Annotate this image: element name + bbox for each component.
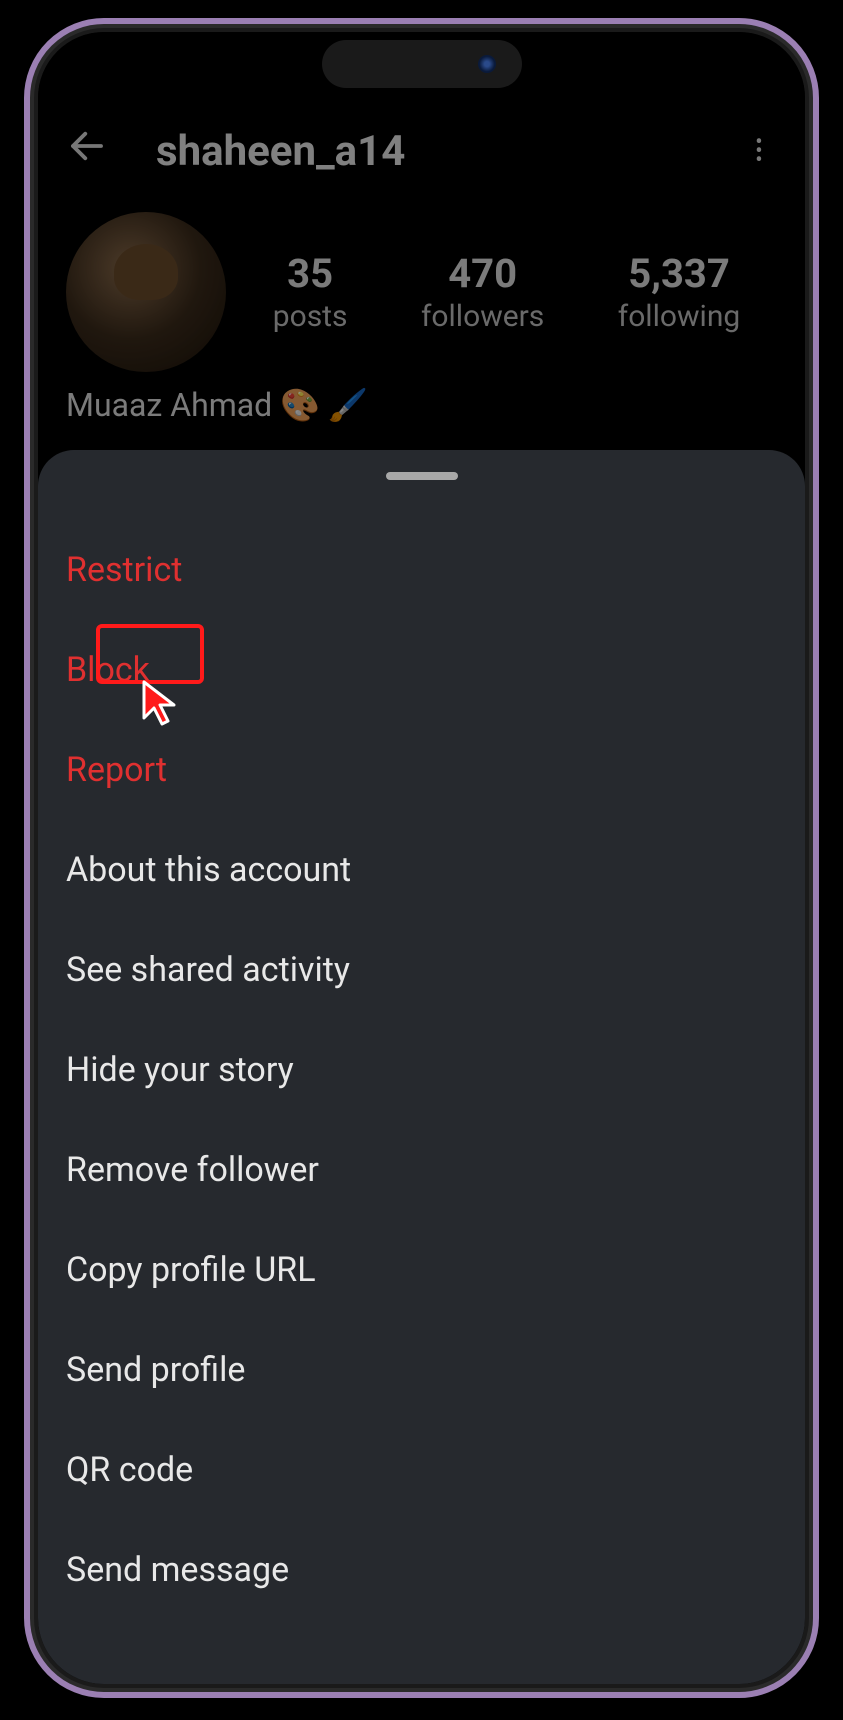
avatar[interactable] [66, 212, 226, 372]
phone-screen-bezel: shaheen_a14 • • • 35 posts [38, 32, 805, 1684]
stat-posts-label: posts [273, 299, 348, 334]
sheet-item-restrict[interactable]: Restrict [38, 520, 805, 620]
action-sheet: Restrict Block Report About this account… [38, 450, 805, 1684]
stat-following-count: 5,337 [618, 250, 741, 297]
sheet-item-hide-story[interactable]: Hide your story [38, 1020, 805, 1120]
sheet-drag-handle[interactable] [386, 472, 458, 480]
sheet-item-about-account[interactable]: About this account [38, 820, 805, 920]
profile-header: shaheen_a14 • • • [38, 82, 805, 192]
phone-volume-down [24, 504, 30, 604]
sheet-item-remove-follower[interactable]: Remove follower [38, 1120, 805, 1220]
sheet-item-shared-activity[interactable]: See shared activity [38, 920, 805, 1020]
stat-followers-count: 470 [421, 250, 544, 297]
stat-followers-label: followers [421, 299, 544, 334]
phone-side-button [24, 304, 30, 364]
stat-following[interactable]: 5,337 following [618, 250, 741, 334]
stat-posts[interactable]: 35 posts [273, 250, 348, 334]
sheet-item-qr-code[interactable]: QR code [38, 1420, 805, 1520]
back-button[interactable] [66, 125, 122, 177]
stat-following-label: following [618, 299, 741, 334]
kebab-menu-icon: • [737, 156, 777, 165]
sheet-item-copy-url[interactable]: Copy profile URL [38, 1220, 805, 1320]
stat-posts-count: 35 [273, 250, 348, 297]
sheet-item-report[interactable]: Report [38, 720, 805, 820]
sheet-item-block[interactable]: Block [38, 620, 805, 720]
stat-followers[interactable]: 470 followers [421, 250, 544, 334]
sheet-item-send-message[interactable]: Send message [38, 1520, 805, 1620]
dynamic-island [322, 40, 522, 88]
app-screen: shaheen_a14 • • • 35 posts [38, 32, 805, 1684]
sheet-item-send-profile[interactable]: Send profile [38, 1320, 805, 1420]
more-options-button[interactable]: • • • [737, 138, 777, 165]
phone-power-button [813, 424, 819, 584]
front-camera-icon [478, 55, 496, 73]
profile-username: shaheen_a14 [156, 127, 737, 176]
phone-frame: shaheen_a14 • • • 35 posts [24, 18, 819, 1698]
profile-display-name: Muaaz Ahmad 🎨 🖌️ [38, 372, 805, 424]
phone-volume-up [24, 384, 30, 484]
profile-stats-row: 35 posts 470 followers 5,337 following [38, 192, 805, 372]
arrow-left-icon [66, 125, 108, 167]
stats-container: 35 posts 470 followers 5,337 following [236, 250, 777, 334]
